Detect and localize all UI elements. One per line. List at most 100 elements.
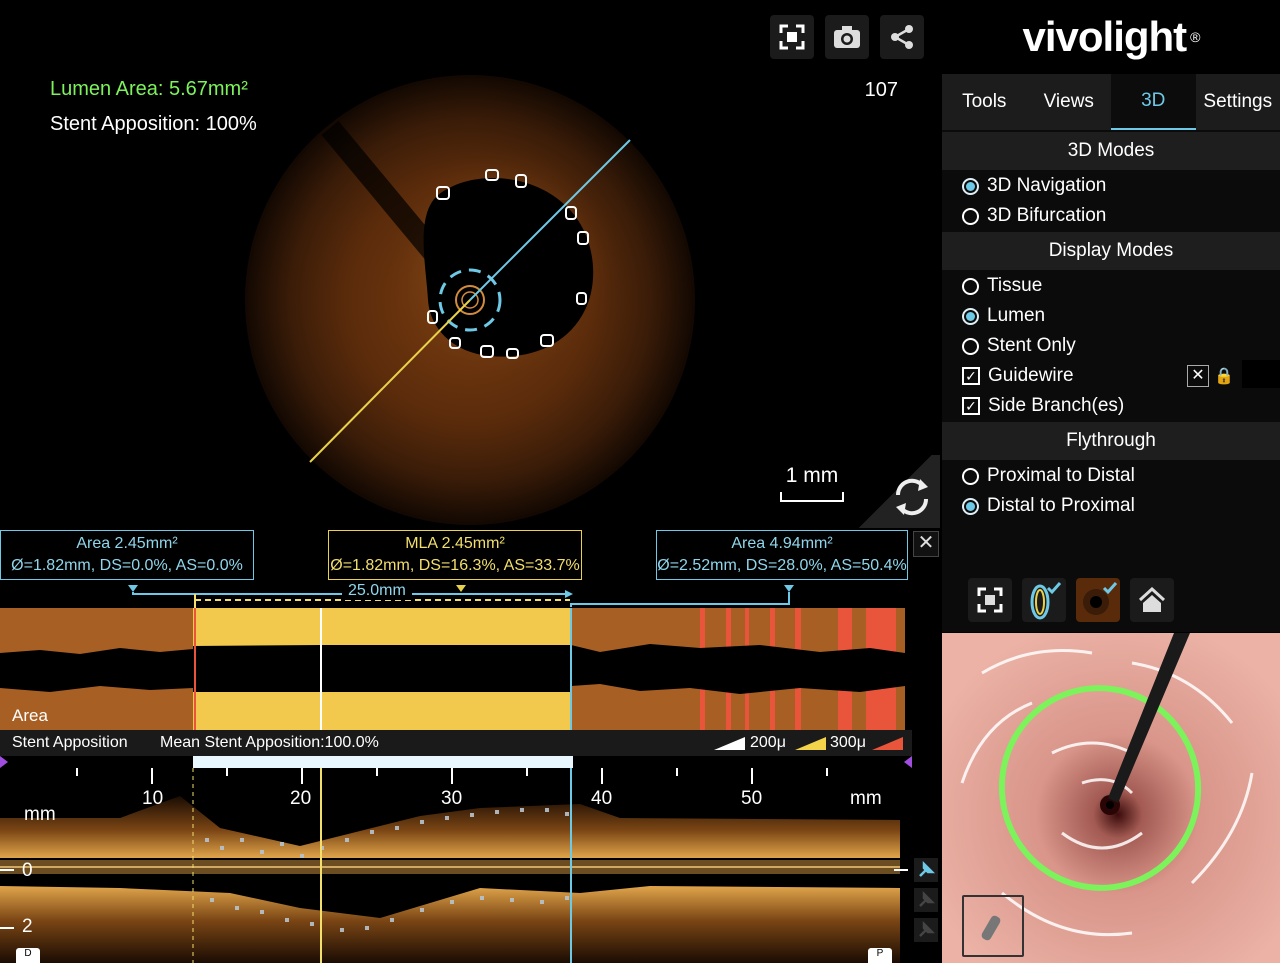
measurement-title: Area 4.94mm² [731,535,833,552]
tick-label-40: 40 [591,788,613,809]
radio-selected-icon [962,307,979,325]
legend-200-swatch [714,735,746,756]
radio-stent-only[interactable]: Stent Only [962,331,1076,361]
right-end-marker [904,756,912,768]
guidewire-color-swatch[interactable] [1242,360,1280,388]
option-label: 3D Bifurcation [987,205,1107,226]
pin-button-disabled[interactable] [914,918,938,942]
3d-stent-toggle-button[interactable] [1022,578,1066,622]
measurement-title: MLA 2.45mm² [405,535,505,552]
stent-length-label: 25.0mm [342,582,412,600]
depth-label-2: 2 [22,916,33,937]
radio-selected-icon [962,497,979,515]
rotate-view-button[interactable] [850,455,940,528]
oct-cross-section-viewer[interactable]: Lumen Area: 5.67mm² Stent Apposition: 10… [0,0,940,528]
tick-label-30: 30 [441,788,463,809]
panel-tabs: Tools Views 3D Settings [942,74,1280,130]
depth-label-0: 0 [22,860,33,881]
option-label: Side Branch(es) [988,395,1125,416]
option-label: Proximal to Distal [987,465,1135,486]
fullscreen-icon [977,587,1003,613]
pin-icon [919,890,936,907]
lumen-area-profile[interactable]: Area [0,608,912,730]
measurement-detail: Ø=1.82mm, DS=0.0%, AS=0.0% [11,557,243,574]
legend-300-swatch [795,735,827,756]
section-display-modes: Display Modes [942,232,1280,270]
left-end-marker [0,756,8,768]
scale-bar-line [780,492,844,502]
tab-tools[interactable]: Tools [942,74,1027,130]
measurement-title: Area 2.45mm² [76,535,178,552]
radio-3d-bifurcation[interactable]: 3D Bifurcation [962,201,1106,231]
stent-ring-icon [1030,582,1062,620]
mean-apposition: Mean Stent Apposition:100.0% [160,734,379,751]
measurement-detail: Ø=1.82mm, DS=16.3%, AS=33.7% [330,557,580,574]
radio-proximal-to-distal[interactable]: Proximal to Distal [962,461,1135,491]
frame-number: 107 [864,79,898,101]
section-flythrough: Flythrough [942,422,1280,460]
longitudinal-view[interactable]: 10 20 30 40 50 mm mm 0 2 D P [0,768,912,963]
distal-marker: D [16,948,40,963]
checkbox-side-branches[interactable]: ✓ Side Branch(es) [962,391,1124,421]
3d-fullscreen-button[interactable] [968,578,1012,622]
tab-3d[interactable]: 3D [1111,74,1196,130]
unit-label-left: mm [24,804,56,825]
section-3d-modes: 3D Modes [942,132,1280,170]
area-profile-graph [0,608,905,730]
reference-right-box[interactable]: Area 4.94mm² Ø=2.52mm, DS=28.0%, AS=50.4… [656,530,908,580]
option-label: Lumen [987,305,1046,326]
option-label: 3D Navigation [987,175,1107,196]
option-label: Stent Only [987,335,1076,356]
tick-label-50: 50 [741,788,763,809]
fullscreen-button[interactable] [770,15,814,59]
3d-flythrough-view[interactable] [942,633,1280,963]
brand-logo: vivolight ® [942,0,1280,74]
checkbox-checked-icon: ✓ [962,367,980,385]
share-button[interactable] [880,15,924,59]
catheter-icon [981,915,1001,941]
lumen-view-icon [1083,582,1118,615]
snapshot-button[interactable] [825,15,869,59]
tab-settings[interactable]: Settings [1196,74,1280,130]
pin-icon [919,860,936,877]
tick-label-10: 10 [142,788,164,809]
logo-text: vivolight [1022,13,1187,60]
checkbox-checked-icon: ✓ [962,397,980,415]
option-label: Distal to Proximal [987,495,1135,516]
tab-views[interactable]: Views [1027,74,1112,130]
reference-left-box[interactable]: Area 2.45mm² Ø=1.82mm, DS=0.0%, AS=0.0% [0,530,254,580]
pin-icon [919,920,936,937]
radio-icon [962,277,979,295]
legend-300-label: 300μ [830,734,866,751]
stent-apposition-readout: Stent Apposition: 100% [50,113,257,135]
pin-button[interactable] [914,858,938,882]
checkbox-guidewire[interactable]: ✓ Guidewire [962,361,1074,391]
rotate-icon [895,478,929,516]
radio-3d-navigation[interactable]: 3D Navigation [962,171,1106,201]
legend-200-label: 200μ [750,734,786,751]
pin-button-disabled[interactable] [914,888,938,912]
option-label: Guidewire [988,365,1074,386]
radio-tissue[interactable]: Tissue [962,271,1042,301]
logo-mark: ® [1190,29,1200,45]
tick-label-20: 20 [290,788,312,809]
orientation-indicator [962,895,1024,957]
legend-warning-swatch [872,735,904,756]
lock-icon[interactable]: 🔒 [1214,366,1234,386]
measurement-row: Area 2.45mm² Ø=1.82mm, DS=0.0%, AS=0.0% … [0,528,912,608]
apposition-title: Stent Apposition [12,734,128,751]
close-measurements-button[interactable]: ✕ [913,531,939,557]
side-panel: vivolight ® Tools Views 3D Settings 3D Mo… [942,0,1280,630]
guidewire-clear-button[interactable]: ✕ [1187,365,1209,387]
3d-lumen-toggle-button[interactable] [1076,578,1120,622]
3d-view-toolbar [942,560,1280,632]
stent-range-bar [193,756,573,768]
3d-home-button[interactable] [1130,578,1174,622]
stent-apposition-bar: Stent Apposition Mean Stent Apposition:1… [0,730,912,756]
area-label: Area [12,706,48,725]
radio-icon [962,207,979,225]
stent-position-marker [0,756,912,768]
radio-lumen[interactable]: Lumen [962,301,1045,331]
mla-box[interactable]: MLA 2.45mm² Ø=1.82mm, DS=16.3%, AS=33.7% [328,530,582,580]
radio-distal-to-proximal[interactable]: Distal to Proximal [962,491,1135,521]
